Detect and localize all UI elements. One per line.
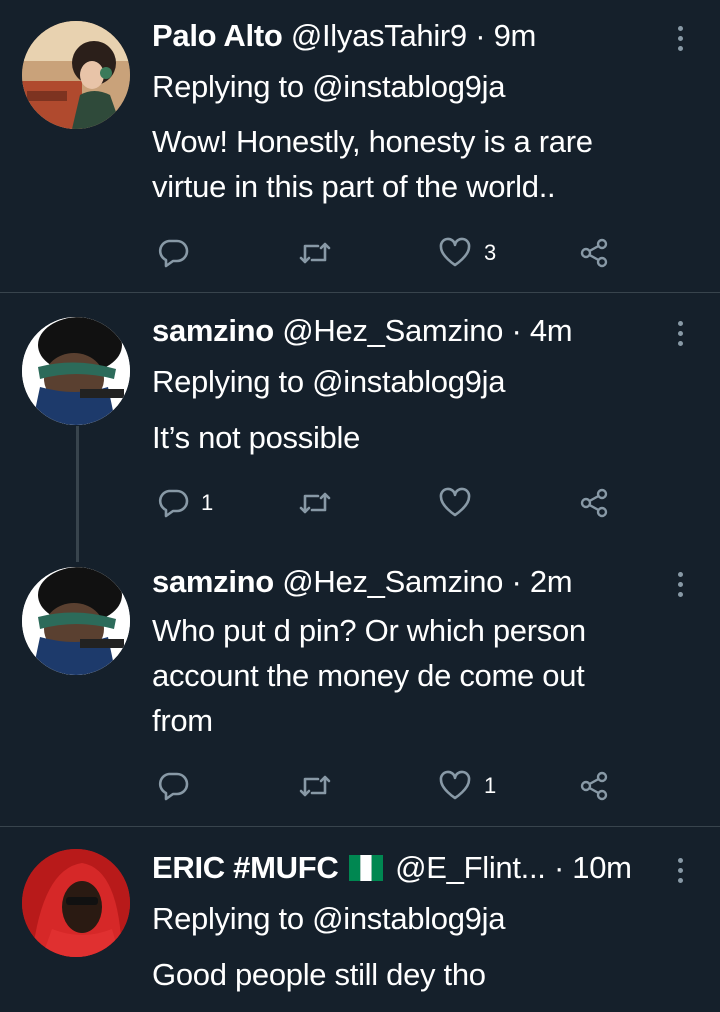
tweet-header: samzino @Hez_Samzino · 2m xyxy=(152,564,650,600)
like-button[interactable]: 1 xyxy=(438,766,496,806)
tweet[interactable]: Palo Alto @IlyasTahir9 · 9m Replying to … xyxy=(0,0,720,292)
retweet-icon xyxy=(299,492,331,514)
heart-icon xyxy=(439,770,471,800)
reply-icon xyxy=(158,239,189,268)
separator: · xyxy=(553,850,564,885)
tweet-header: samzino @Hez_Samzino · 4m xyxy=(152,313,650,349)
reply-button[interactable] xyxy=(157,233,201,273)
share-icon xyxy=(580,238,608,268)
tweet-text-line: Wow! Honestly, honesty is a rare xyxy=(152,124,593,159)
username[interactable]: @Hez_Samzino xyxy=(282,313,503,348)
tweet-text-line: It’s not possible xyxy=(152,420,361,455)
reply-icon xyxy=(158,489,189,518)
retweet-button[interactable] xyxy=(298,766,332,806)
replying-to[interactable]: Replying to @instablog9ja xyxy=(152,364,505,400)
retweet-icon xyxy=(299,242,331,264)
tweet-text-line: from xyxy=(152,703,213,738)
separator: · xyxy=(511,564,522,599)
display-name[interactable]: Palo Alto xyxy=(152,18,283,53)
heart-icon xyxy=(439,487,471,517)
more-vertical-icon[interactable] xyxy=(672,315,688,351)
timestamp[interactable]: 4m xyxy=(530,313,573,348)
reply-button[interactable]: 1 xyxy=(157,483,213,523)
display-name[interactable]: samzino xyxy=(152,564,274,599)
tweet-text-line: account the money de come out xyxy=(152,658,585,693)
like-count: 1 xyxy=(484,773,497,798)
avatar[interactable] xyxy=(22,21,130,129)
tweet[interactable]: samzino @Hez_Samzino · 2m Who put d pin?… xyxy=(0,558,720,826)
tweet-header: Palo Alto @IlyasTahir9 · 9m xyxy=(152,18,650,54)
tweet-actions: 1 xyxy=(0,483,720,523)
tweet-actions: 3 xyxy=(0,233,720,273)
retweet-button[interactable] xyxy=(298,483,332,523)
display-name[interactable]: ERIC #MUFC xyxy=(152,850,339,885)
tweet-text-line: virtue in this part of the world.. xyxy=(152,169,556,204)
separator: · xyxy=(475,18,486,53)
timestamp[interactable]: 9m xyxy=(494,18,537,53)
username[interactable]: @E_Flint... xyxy=(395,850,546,885)
avatar[interactable] xyxy=(22,567,130,675)
retweet-icon xyxy=(299,775,331,797)
share-button[interactable] xyxy=(578,483,610,523)
tweet-text-line: Good people still dey tho xyxy=(152,957,486,992)
reply-count: 1 xyxy=(201,490,214,515)
share-icon xyxy=(580,771,608,801)
avatar[interactable] xyxy=(22,849,130,957)
separator: · xyxy=(511,313,522,348)
display-name[interactable]: samzino xyxy=(152,313,274,348)
reply-icon xyxy=(158,772,189,801)
more-vertical-icon[interactable] xyxy=(672,566,688,602)
username[interactable]: @IlyasTahir9 xyxy=(291,18,467,53)
retweet-button[interactable] xyxy=(298,233,332,273)
tweet[interactable]: samzino @Hez_Samzino · 4m Replying to @i… xyxy=(0,293,720,558)
tweet-header: ERIC #MUFC @E_Flint... · 10m xyxy=(152,850,660,886)
nigeria-flag-icon xyxy=(348,855,383,881)
timestamp[interactable]: 2m xyxy=(530,564,573,599)
share-button[interactable] xyxy=(578,233,610,273)
more-vertical-icon[interactable] xyxy=(672,852,688,888)
tweet[interactable]: ERIC #MUFC @E_Flint... · 10m Replying to… xyxy=(0,827,720,1012)
heart-icon xyxy=(439,237,471,267)
replying-to[interactable]: Replying to @instablog9ja xyxy=(152,901,505,937)
more-vertical-icon[interactable] xyxy=(672,20,688,56)
share-button[interactable] xyxy=(578,766,610,806)
like-button[interactable] xyxy=(438,483,484,523)
reply-button[interactable] xyxy=(157,766,201,806)
tweet-actions: 1 xyxy=(0,766,720,806)
timestamp[interactable]: 10m xyxy=(572,850,632,885)
username[interactable]: @Hez_Samzino xyxy=(282,564,503,599)
like-button[interactable]: 3 xyxy=(438,233,496,273)
avatar[interactable] xyxy=(22,317,130,425)
share-icon xyxy=(580,488,608,518)
replying-to[interactable]: Replying to @instablog9ja xyxy=(152,69,505,105)
tweet-text-line: Who put d pin? Or which person xyxy=(152,613,586,648)
like-count: 3 xyxy=(484,240,497,265)
